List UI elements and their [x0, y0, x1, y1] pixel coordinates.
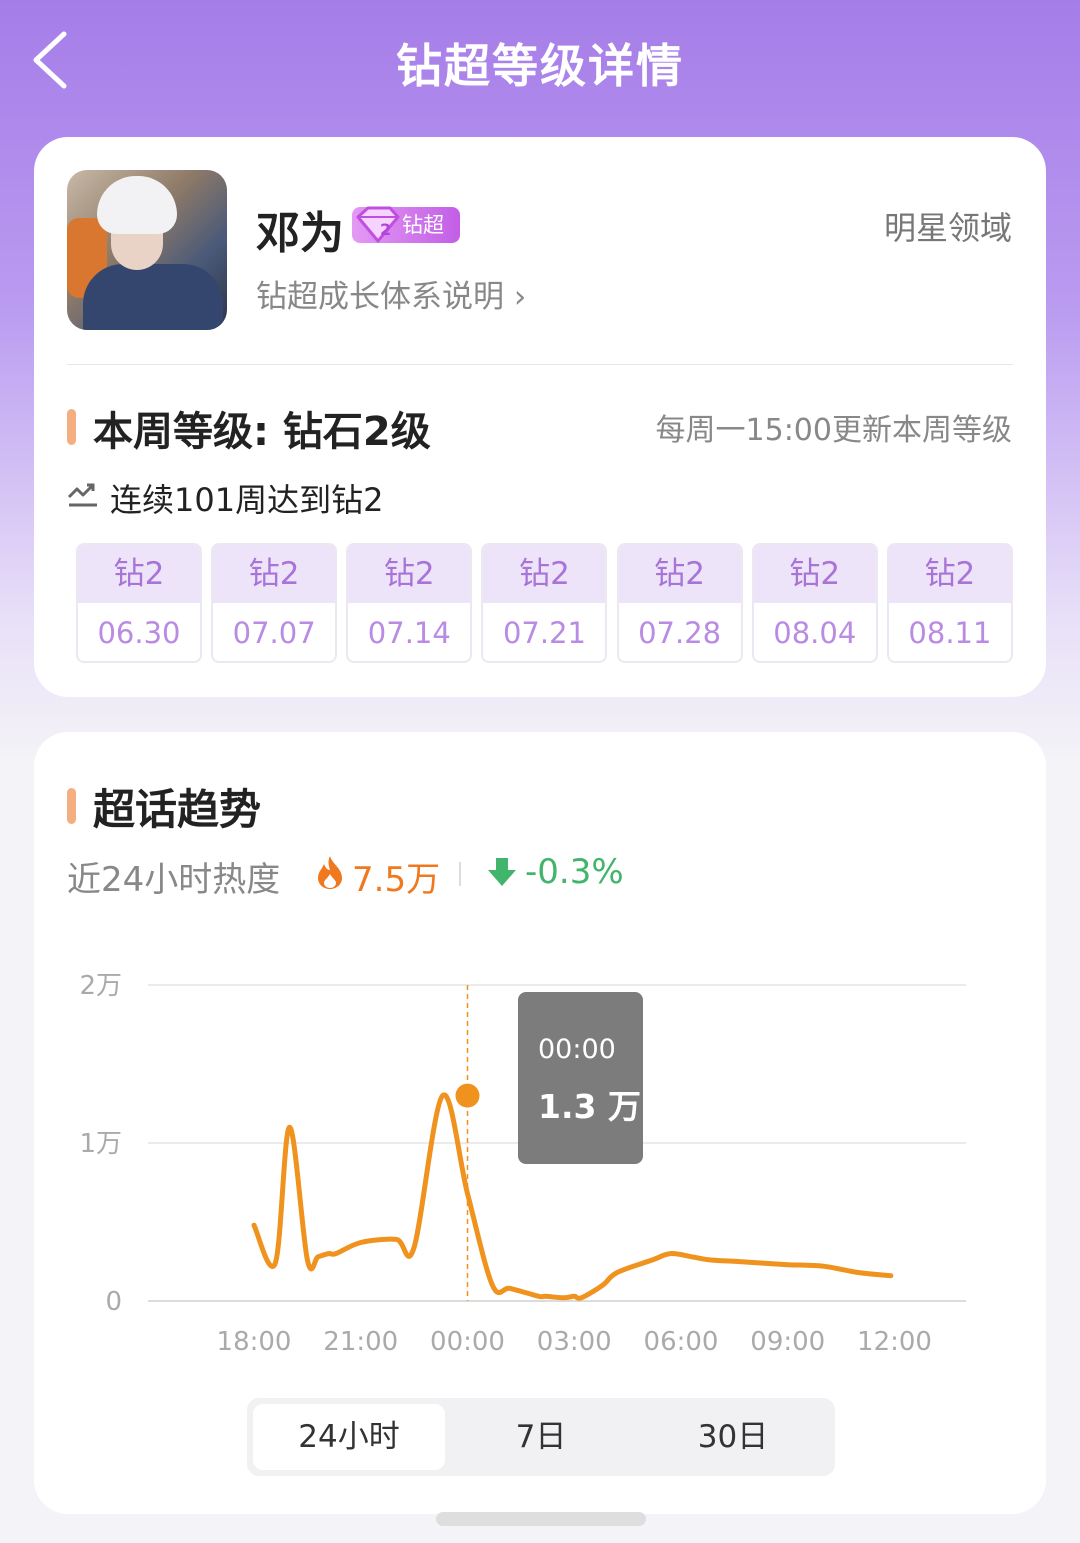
week-date: 07.07: [232, 616, 316, 650]
section-accent: [67, 409, 76, 445]
tab-7d[interactable]: 7日: [445, 1404, 637, 1470]
star-domain-label: 明星领域: [883, 209, 1012, 247]
week-item: 钻2 08.11: [886, 543, 1013, 663]
trend-card: 超话趋势 近24小时热度 7.5万 -0.3% 0 1万 2万 18:00 21:00…: [34, 732, 1046, 1514]
week-date: 08.11: [908, 616, 992, 650]
week-item: 钻2 07.14: [346, 543, 473, 663]
y-tick-label: 2万: [79, 971, 122, 1001]
week-level: 钻2: [618, 545, 741, 603]
week-item: 钻2 07.28: [616, 543, 743, 663]
avatar[interactable]: [67, 170, 227, 330]
week-date: 07.14: [367, 616, 451, 650]
streak-text: 连续101周达到钻2: [110, 481, 384, 519]
y-tick-label: 1万: [79, 1129, 122, 1159]
tab-30d[interactable]: 30日: [637, 1404, 829, 1470]
week-level: 钻2: [213, 545, 336, 603]
week-level: 钻2: [78, 545, 200, 603]
tab-24h[interactable]: 24小时: [253, 1404, 445, 1470]
week-date: 07.28: [638, 616, 722, 650]
x-tick-label: 00:00: [430, 1327, 505, 1357]
home-indicator: [436, 1512, 646, 1526]
header: 钻超等级详情: [0, 0, 1080, 120]
x-tick-label: 06:00: [644, 1327, 719, 1357]
week-level: 钻2: [348, 545, 471, 603]
week-item: 钻2 07.21: [481, 543, 608, 663]
growth-link-label: 钻超成长体系说明: [256, 279, 504, 315]
chart-tooltip: 00:00 1.3 万: [518, 992, 643, 1164]
user-name: 邓为: [256, 208, 344, 259]
x-tick-label: 18:00: [217, 1327, 292, 1357]
week-date: 08.04: [773, 616, 857, 650]
week-level: 钻2: [753, 545, 876, 603]
update-note: 每周一15:00更新本周等级: [655, 413, 1012, 448]
divider: [67, 364, 1013, 365]
week-item: 钻2 06.30: [76, 543, 202, 663]
badge-label: 钻超: [402, 213, 444, 237]
x-tick-label: 21:00: [323, 1327, 398, 1357]
svg-text:2: 2: [380, 220, 391, 239]
week-level: 钻2: [483, 545, 606, 603]
x-tick-label: 09:00: [750, 1327, 825, 1357]
level-card: 邓为 2 钻超 钻超成长体系说明 › 明星领域 本周等级: 钻石2级 每周一15…: [34, 137, 1046, 697]
tooltip-value: 1.3 万: [538, 1087, 641, 1126]
y-tick-label: 0: [105, 1287, 122, 1317]
page-title: 钻超等级详情: [396, 39, 684, 93]
diamond-icon: 2: [356, 206, 400, 243]
week-level: 钻2: [888, 545, 1011, 603]
x-tick-label: 12:00: [857, 1327, 932, 1357]
week-history: 钻2 06.30 钻2 07.07 钻2 07.14 钻2 07.21 钻2 07.28 …: [76, 543, 1013, 663]
highlight-point[interactable]: [455, 1083, 480, 1108]
week-item: 钻2 07.07: [211, 543, 338, 663]
week-date: 06.30: [97, 616, 181, 650]
trend-icon: [67, 483, 97, 507]
week-date: 07.21: [502, 616, 586, 650]
diamond-super-badge: 2 钻超: [352, 206, 460, 243]
tooltip-time: 00:00: [538, 1034, 616, 1065]
chevron-right-icon: ›: [504, 279, 527, 315]
growth-system-link[interactable]: 钻超成长体系说明 ›: [256, 271, 526, 316]
range-tabs: 24小时 7日 30日: [247, 1398, 835, 1476]
week-level-title: 本周等级: 钻石2级: [93, 409, 431, 455]
week-item: 钻2 08.04: [751, 543, 878, 663]
x-tick-label: 03:00: [537, 1327, 612, 1357]
